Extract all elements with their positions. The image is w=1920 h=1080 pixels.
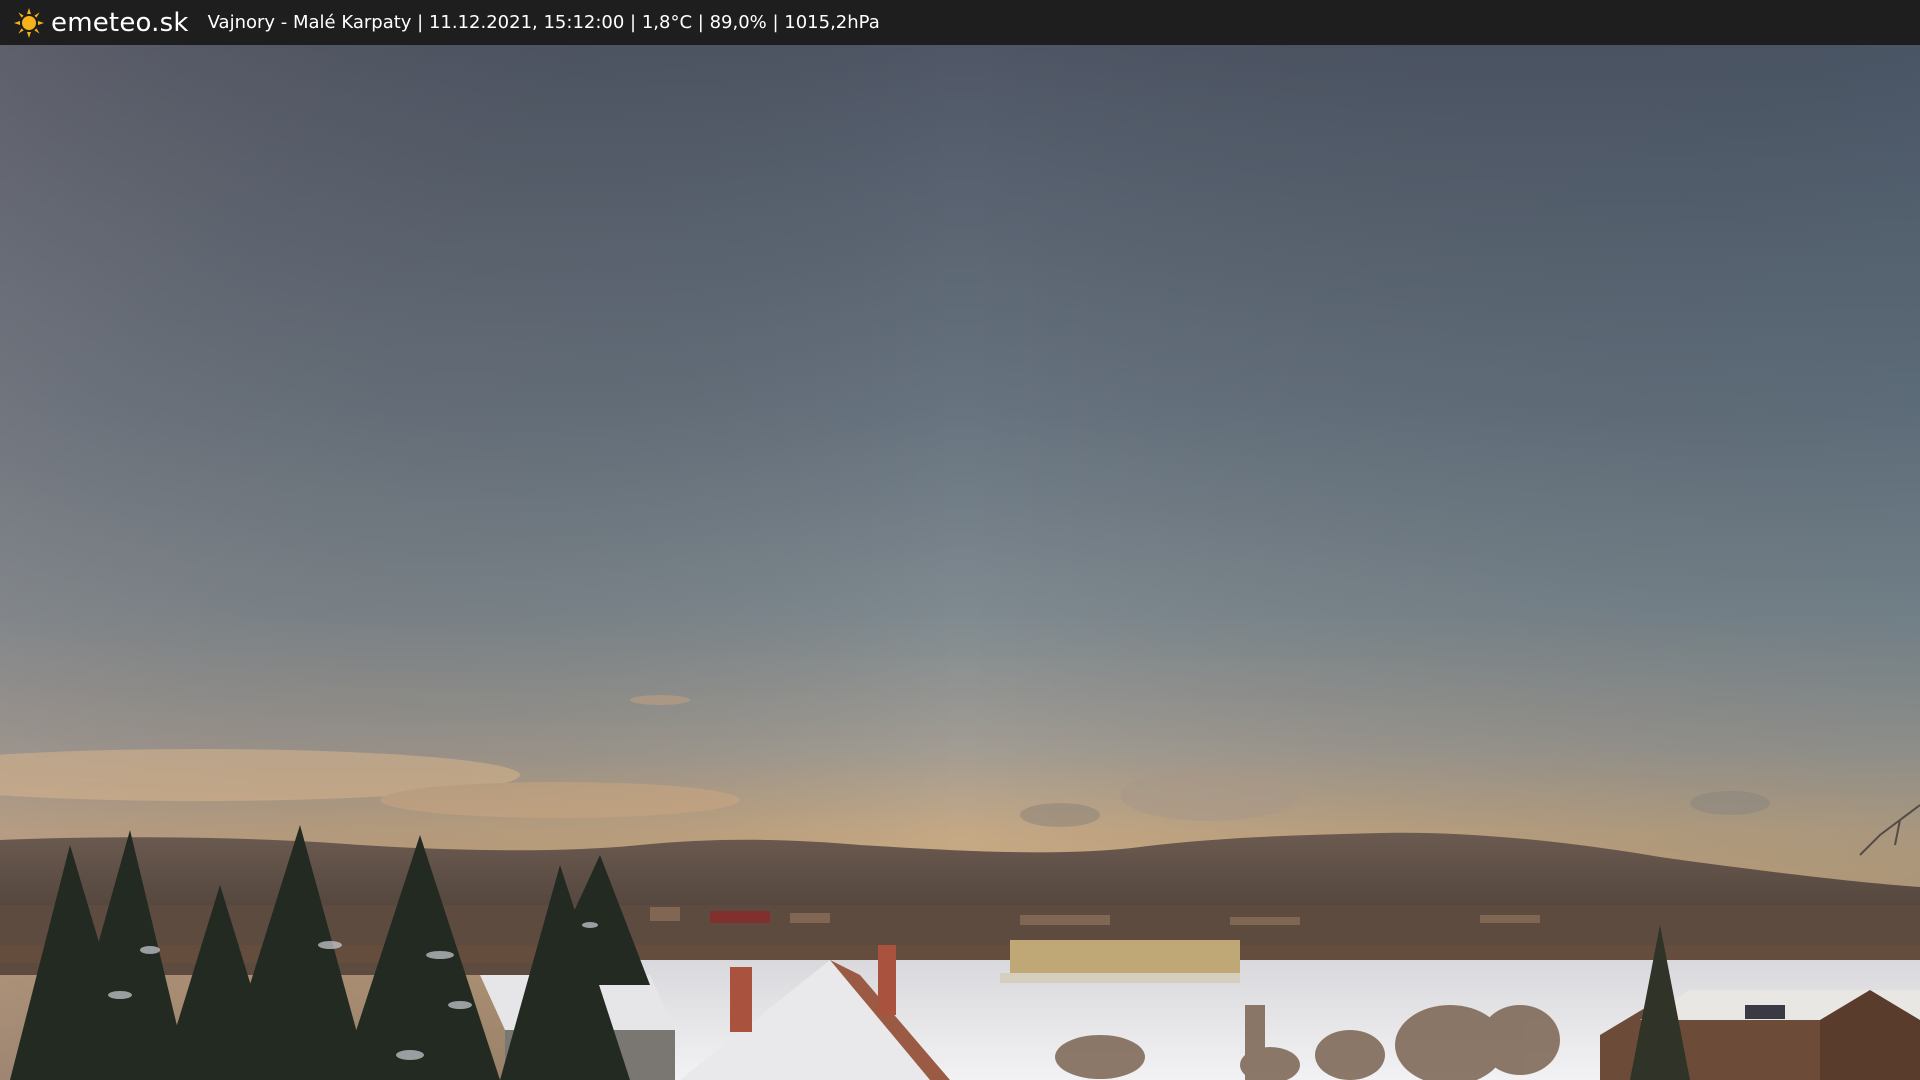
separator: | [692,12,710,33]
webcam-scene [0,45,1920,1080]
datetime-label: 11.12.2021, 15:12:00 [428,12,625,33]
sun-icon [14,7,44,38]
temperature-label: 1,8°C [641,12,693,33]
webcam-image [0,45,1920,1080]
header-bar: emeteo.sk Vajnory - Malé Karpaty | 11.12… [0,0,1920,45]
site-logo[interactable]: emeteo.sk [14,7,189,38]
humidity-label: 89,0% [709,12,767,33]
separator: | [624,12,642,33]
weather-info: Vajnory - Malé Karpaty | 11.12.2021, 15:… [208,12,880,33]
pressure-label: 1015,2hPa [784,12,880,33]
separator: | [766,12,785,33]
site-name: emeteo.sk [51,7,189,38]
separator: | [411,12,429,33]
location-label: Vajnory - Malé Karpaty [207,12,412,33]
